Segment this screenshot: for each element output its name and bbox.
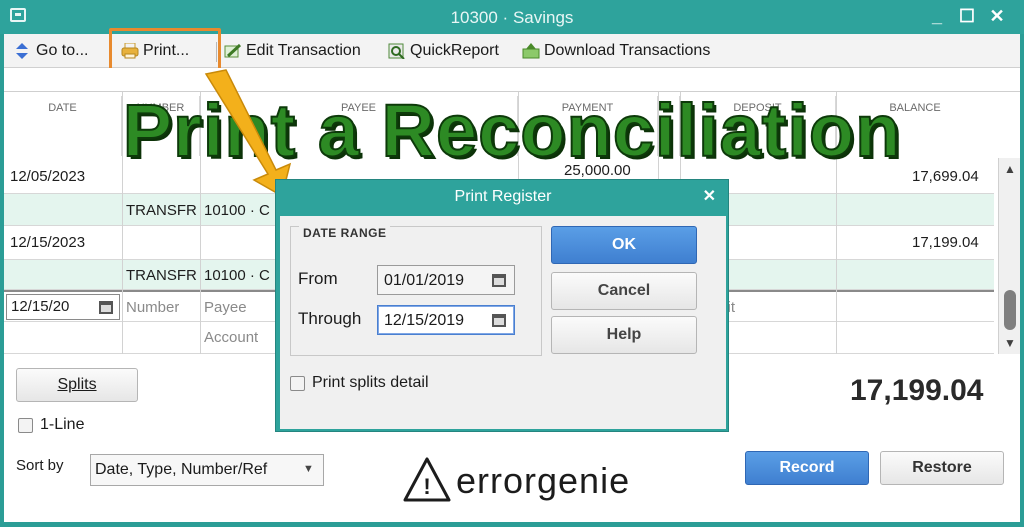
through-date-value: 12/15/2019 bbox=[384, 312, 465, 329]
entry-payee-field[interactable]: Payee bbox=[204, 299, 247, 316]
entry-number-field[interactable]: Number bbox=[126, 299, 179, 316]
cancel-label: Cancel bbox=[597, 282, 651, 299]
from-date-input[interactable]: 01/01/2019 bbox=[377, 265, 515, 295]
goto-button[interactable]: Go to... bbox=[14, 40, 104, 62]
cancel-button[interactable]: Cancel bbox=[551, 272, 697, 310]
dialog-body: DATE RANGE From 01/01/2019 Through 12/15… bbox=[280, 216, 726, 429]
oneline-checkbox[interactable] bbox=[18, 418, 33, 433]
print-splits-detail-label: Print splits detail bbox=[312, 374, 429, 391]
from-label: From bbox=[298, 269, 338, 288]
entry-account-field[interactable]: Account bbox=[204, 329, 258, 346]
record-label: Record bbox=[779, 459, 835, 476]
ending-balance: 17,199.04 bbox=[850, 374, 984, 407]
sortby-value: Date, Type, Number/Ref bbox=[95, 461, 268, 478]
restore-label: Restore bbox=[912, 459, 972, 476]
goto-label: Go to... bbox=[36, 42, 89, 59]
window-title: 10300 · Savings bbox=[450, 8, 574, 27]
edit-pencil-icon bbox=[224, 43, 242, 58]
logo-text: errorgenie bbox=[456, 460, 631, 501]
sortby-select[interactable]: Date, Type, Number/Ref ▼ bbox=[90, 454, 324, 486]
scroll-thumb[interactable] bbox=[1004, 290, 1016, 330]
quickreport-button[interactable]: QuickReport bbox=[388, 40, 518, 62]
oneline-label: 1-Line bbox=[40, 416, 85, 433]
splits-label: Splits bbox=[57, 376, 97, 393]
download-icon bbox=[522, 43, 540, 59]
ok-button[interactable]: OK bbox=[551, 226, 697, 264]
quickreport-label: QuickReport bbox=[410, 42, 499, 59]
help-label: Help bbox=[606, 326, 642, 343]
row-account: 10100 · C bbox=[204, 267, 270, 284]
dialog-close-button[interactable]: ✕ bbox=[703, 186, 716, 206]
date-range-group: DATE RANGE From 01/01/2019 Through 12/15… bbox=[290, 226, 542, 356]
calendar-icon[interactable] bbox=[492, 274, 506, 287]
maximize-button[interactable]: ☐ bbox=[956, 6, 978, 26]
download-transactions-button[interactable]: Download Transactions bbox=[522, 40, 732, 62]
edit-transaction-label: Edit Transaction bbox=[246, 42, 361, 59]
scroll-down-arrow-icon[interactable]: ▼ bbox=[1003, 336, 1017, 350]
through-label: Through bbox=[298, 309, 362, 328]
print-register-dialog: Print Register ✕ DATE RANGE From 01/01/2… bbox=[275, 179, 729, 432]
goto-arrows-icon bbox=[16, 43, 28, 59]
date-range-title: DATE RANGE bbox=[299, 226, 391, 240]
calendar-icon[interactable] bbox=[99, 301, 113, 314]
logo-mark: ! bbox=[423, 474, 430, 499]
minimize-button[interactable]: _ bbox=[926, 6, 948, 26]
ok-label: OK bbox=[612, 236, 636, 253]
from-date-value: 01/01/2019 bbox=[384, 272, 465, 289]
sortby-label: Sort by bbox=[16, 457, 64, 474]
calendar-icon[interactable] bbox=[492, 314, 506, 327]
quickreport-icon bbox=[388, 43, 405, 59]
through-date-input[interactable]: 12/15/2019 bbox=[377, 305, 515, 335]
restore-button[interactable]: Restore bbox=[880, 451, 1004, 485]
entry-date-value: 12/15/20 bbox=[11, 298, 70, 315]
row-type: TRANSFR bbox=[126, 267, 197, 284]
download-transactions-label: Download Transactions bbox=[544, 42, 711, 59]
record-button[interactable]: Record bbox=[745, 451, 869, 485]
print-splits-detail-checkbox[interactable] bbox=[290, 376, 305, 391]
warning-triangle-icon: ! bbox=[403, 457, 451, 502]
register-window: 10300 · Savings _ ☐ ✕ Go to... Print... bbox=[0, 0, 1024, 527]
dialog-title: Print Register bbox=[454, 188, 552, 205]
entry-date-field[interactable]: 12/15/20 bbox=[6, 294, 120, 320]
help-button[interactable]: Help bbox=[551, 316, 697, 354]
edit-transaction-button[interactable]: Edit Transaction bbox=[224, 40, 384, 62]
splits-button[interactable]: Splits bbox=[16, 368, 138, 402]
close-button[interactable]: ✕ bbox=[986, 6, 1008, 26]
chevron-down-icon: ▼ bbox=[303, 463, 314, 475]
